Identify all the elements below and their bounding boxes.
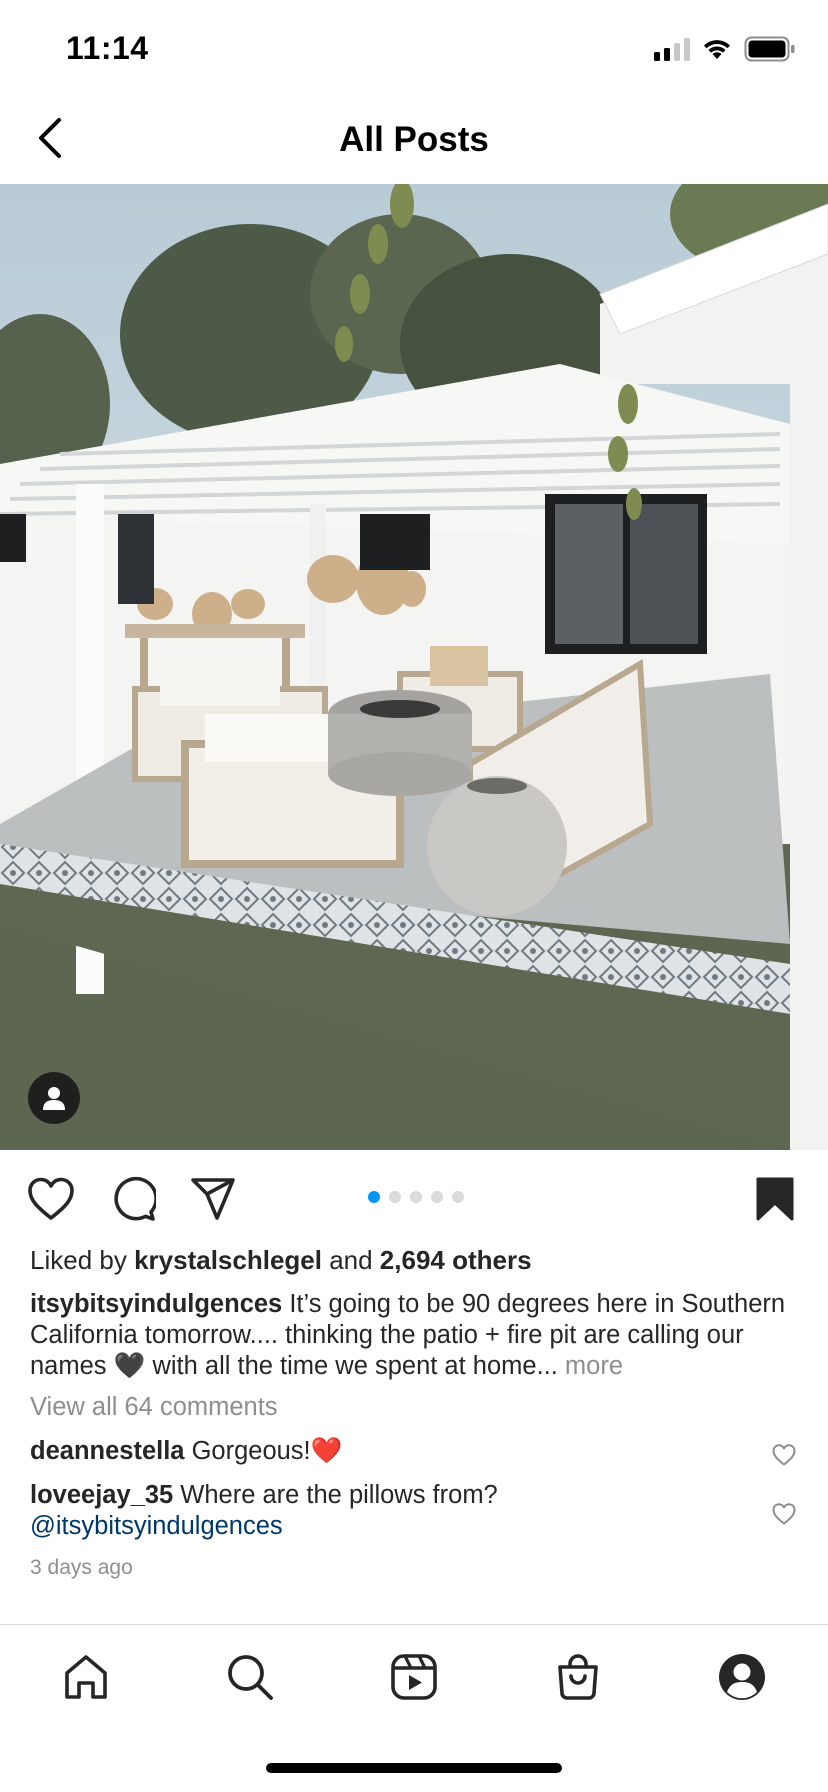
caption-more-link[interactable]: more	[558, 1352, 623, 1380]
carousel-dot	[389, 1191, 401, 1203]
nav-home[interactable]	[58, 1649, 114, 1705]
likes-others[interactable]: 2,694 others	[380, 1245, 532, 1275]
nav-shop[interactable]	[550, 1649, 606, 1705]
comment-icon	[114, 1176, 156, 1221]
patio-photo	[0, 184, 828, 1150]
heart-icon	[28, 1177, 74, 1220]
post-image[interactable]	[0, 184, 828, 1150]
reels-icon	[391, 1654, 437, 1700]
post-timestamp: 3 days ago	[30, 1556, 133, 1579]
status-time: 11:14	[66, 30, 149, 66]
status-icons	[654, 36, 796, 62]
home-indicator[interactable]	[266, 1763, 562, 1773]
comment-button[interactable]	[108, 1174, 158, 1224]
heart-icon	[772, 1444, 796, 1466]
comment-username[interactable]: deannestella	[30, 1437, 184, 1465]
comment-text: Gorgeous!❤️	[184, 1437, 343, 1465]
caption-username[interactable]: itsybitsyindulgences	[30, 1290, 282, 1318]
carousel-dot	[368, 1191, 380, 1203]
bookmark-icon	[756, 1177, 794, 1221]
user-tag-button[interactable]	[28, 1072, 80, 1124]
view-all-comments-link[interactable]: View all 64 comments	[30, 1393, 278, 1422]
nav-search[interactable]	[222, 1649, 278, 1705]
comment-like-button[interactable]	[770, 1500, 798, 1528]
liker-username[interactable]: krystalschlegel	[134, 1245, 322, 1275]
like-button[interactable]	[26, 1174, 76, 1224]
comment-item: loveejay_35 Where are the pillows from? …	[30, 1480, 730, 1542]
search-icon	[228, 1655, 273, 1700]
battery-icon	[744, 36, 795, 62]
signal-icon	[654, 37, 690, 61]
likes-middle: and	[321, 1245, 380, 1275]
likes-prefix: Liked by	[30, 1245, 135, 1275]
comment-username[interactable]: loveejay_35	[30, 1481, 173, 1509]
carousel-dot	[452, 1191, 464, 1203]
user-tag-icon	[43, 1087, 65, 1110]
save-button[interactable]	[750, 1174, 800, 1224]
nav-profile[interactable]	[714, 1649, 770, 1705]
share-icon	[191, 1178, 235, 1220]
profile-icon	[719, 1654, 765, 1700]
status-bar: 11:14	[0, 0, 828, 92]
comment-like-button[interactable]	[770, 1441, 798, 1469]
likes-summary[interactable]: Liked by krystalschlegel and 2,694 other…	[30, 1245, 532, 1276]
carousel-dot	[410, 1191, 422, 1203]
carousel-indicator	[368, 1191, 464, 1203]
shop-icon	[558, 1654, 598, 1700]
page-title: All Posts	[339, 120, 489, 159]
comment-item: deannestella Gorgeous!❤️	[30, 1436, 730, 1467]
home-icon	[65, 1655, 107, 1699]
nav-reels[interactable]	[386, 1649, 442, 1705]
wifi-icon	[704, 40, 730, 59]
carousel-dot	[431, 1191, 443, 1203]
post-caption: itsybitsyindulgences It’s going to be 90…	[30, 1289, 810, 1382]
comment-mention[interactable]: @itsybitsyindulgences	[30, 1512, 283, 1540]
heart-icon	[772, 1503, 796, 1525]
header: All Posts	[0, 92, 828, 184]
comment-text: Where are the pillows from?	[173, 1481, 498, 1509]
share-button[interactable]	[188, 1174, 238, 1224]
